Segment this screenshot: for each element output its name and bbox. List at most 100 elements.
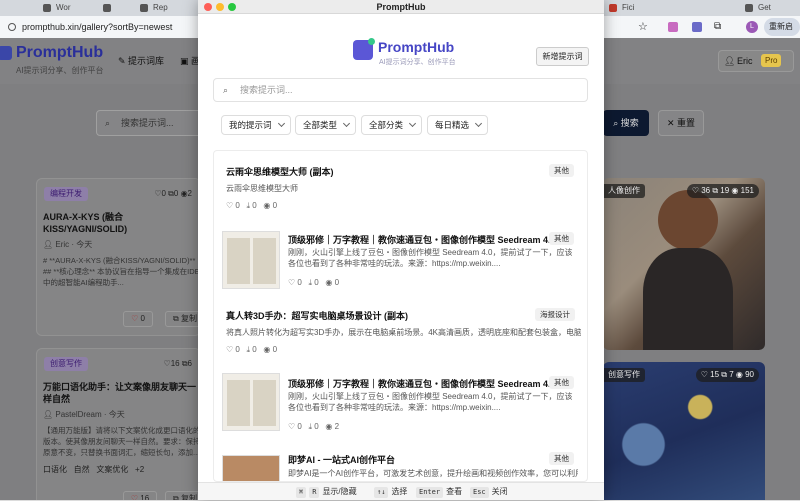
item-description: 云雨伞思维模型大师 — [226, 184, 298, 193]
item-stats: ♡ 0 ⤓ 0 ◉ 0 — [226, 201, 278, 210]
nav-prompt-library[interactable]: ✎ 提示词库 — [118, 54, 164, 67]
bookmark-star-icon[interactable]: ☆ — [638, 18, 648, 36]
copy-icon: ⧉ — [173, 494, 179, 500]
filter-category[interactable]: 全部分类 — [361, 115, 422, 135]
tag[interactable]: +2 — [135, 465, 144, 474]
browser-tab[interactable]: Rep — [137, 0, 181, 16]
search-input[interactable]: ⌕ 搜索提示词... — [213, 78, 588, 102]
user-icon: 👤︎ — [724, 56, 736, 66]
card-title: 万能口语化助手：让文案像朋友聊天一样自然 — [43, 382, 197, 404]
card-tags: 口语化 自然 文案优化 +2 — [43, 464, 144, 475]
browser-tab[interactable] — [100, 0, 130, 16]
list-item[interactable]: 顶级邪修｜万字教程｜教你速通豆包・图像创作模型 Seedream 4.0 其他 … — [214, 223, 587, 299]
chevron-down-icon — [342, 119, 351, 128]
item-title: 顶级邪修｜万字教程｜教你速通豆包・图像创作模型 Seedream 4.0 — [288, 379, 556, 389]
like-button[interactable]: ♡ 16 — [123, 491, 157, 500]
card-description: 【通用万能版】请将以下文案优化成更口语化的版本。使其像朋友间聊天一样自然。要求：… — [43, 426, 201, 457]
list-item[interactable]: 真人转3D手办：超写实电脑桌场景设计 (副本) 海报设计 将真人照片转化为超写实… — [214, 299, 587, 365]
item-description: 即梦AI是一个AI创作平台，可激发艺术创意，提升绘画和视频创作效率，您可以利用A… — [288, 469, 578, 478]
prompt-card[interactable]: 创意写作 ♡16 ⧉6 万能口语化助手：让文案像朋友聊天一样自然 👤︎ Past… — [36, 348, 205, 500]
browser-tab[interactable]: Wor — [40, 0, 80, 16]
card-title: AURA-X-KYS (融合KISS/YAGNI/SOLID) — [43, 212, 128, 234]
filter-daily-picks[interactable]: 每日精选 — [427, 115, 488, 135]
item-tag: 其他 — [549, 232, 574, 245]
github-icon — [140, 4, 148, 12]
item-stats: ♡ 0 ⤓ 0 ◉ 0 — [288, 278, 340, 287]
site-brand[interactable]: PromptHub — [16, 44, 103, 62]
category-badge: 创意写作 — [44, 357, 88, 371]
tag[interactable]: 自然 — [74, 465, 90, 474]
heart-icon: ♡ — [130, 494, 139, 500]
chevron-down-icon — [408, 119, 417, 128]
item-tag: 其他 — [549, 376, 574, 389]
item-description: 刚刚，火山引擎上线了豆包・图像创作模型 Seedream 4.0，提前试了一下，… — [288, 392, 573, 412]
tab-favicon-icon — [43, 4, 51, 12]
extension-icon[interactable] — [668, 22, 678, 32]
list-item[interactable]: 云雨伞思维模型大师 (副本) 其他 云雨伞思维模型大师 ♡ 0 ⤓ 0 ◉ 0 — [214, 151, 587, 216]
window-brand: PromptHub — [378, 39, 455, 55]
site-info-icon — [8, 23, 16, 31]
item-thumbnail — [222, 231, 280, 289]
item-stats: ♡ 0 ⤓ 0 ◉ 2 — [288, 422, 340, 431]
item-thumbnail — [222, 373, 280, 431]
image-card[interactable]: 创意写作 ♡ 15 ⧉ 7 ◉ 90 — [603, 362, 765, 500]
item-title: 顶级邪修｜万字教程｜教你速通豆包・图像创作模型 Seedream 4.0 — [288, 235, 556, 245]
shortcut-select: ↑↓ 选择 — [374, 483, 407, 501]
item-title: 云雨伞思维模型大师 (副本) — [226, 167, 334, 177]
item-description: 将真人照片转化为超写实3D手办，展示在电脑桌前场景。4K高清画质，透明底座和配套… — [226, 328, 581, 337]
prompt-card[interactable]: 编程开发 ♡0 ⧉0 ◉2 AURA-X-KYS (融合KISS/YAGNI/S… — [36, 178, 205, 336]
relaunch-button[interactable]: 重新启动 — [764, 18, 800, 49]
library-icon: ✎ — [118, 56, 129, 66]
card-stats: ♡0 ⧉0 ◉2 — [154, 189, 192, 198]
new-prompt-button[interactable]: 新增提示词 — [536, 47, 589, 66]
item-thumbnail — [222, 455, 280, 481]
portrait-image — [643, 248, 733, 350]
user-menu[interactable]: 👤︎ Eric Pro — [718, 50, 794, 72]
browser-tab[interactable]: Fici — [606, 0, 646, 16]
item-tag: 其他 — [549, 452, 574, 465]
heart-icon: ♡ — [131, 314, 139, 323]
card-author: 👤︎ PastelDream · 今天 — [43, 410, 125, 419]
filter-type[interactable]: 全部类型 — [295, 115, 356, 135]
card-stats: ♡ 36 ⧉ 19 ◉ 151 — [686, 184, 759, 198]
item-description: 刚刚，火山引擎上线了豆包・图像创作模型 Seedream 4.0，提前试了一下，… — [288, 248, 573, 268]
shortcut-toggle: ⌘ R 显示/隐藏 — [296, 483, 357, 501]
image-card[interactable]: 人像创作 ♡ 36 ⧉ 19 ◉ 151 — [603, 178, 765, 350]
card-author: 👤︎ Eric · 今天 — [43, 240, 93, 249]
logo-icon — [353, 38, 375, 60]
puzzle-icon[interactable]: ⧉ — [714, 18, 721, 36]
category-badge: 人像创作 — [603, 184, 645, 198]
tag[interactable]: 口语化 — [43, 465, 67, 474]
shortcut-close: Esc 关闭 — [470, 483, 508, 501]
tag[interactable]: 文案优化 — [96, 465, 128, 474]
logo-icon — [0, 46, 12, 60]
item-stats: ♡ 0 ⤓ 0 ◉ 0 — [226, 345, 278, 354]
item-title: 真人转3D手办：超写实电脑桌场景设计 (副本) — [226, 311, 409, 321]
url-field[interactable]: prompthub.xin/gallery?sortBy=newest — [8, 19, 198, 35]
search-icon: ⌕ — [613, 118, 621, 128]
search-icon: ⌕ — [223, 85, 229, 95]
browser-tab[interactable]: Get — [742, 0, 782, 16]
item-title: 即梦AI - 一站式AI创作平台 — [288, 455, 395, 465]
card-description: # **AURA-X-KYS (融合KISS/YAGNI/SOLID)** ##… — [43, 256, 200, 287]
extension-icon[interactable] — [692, 22, 702, 32]
list-item[interactable]: 即梦AI - 一站式AI创作平台 其他 即梦AI是一个AI创作平台，可激发艺术创… — [214, 447, 587, 481]
like-button[interactable]: ♡ 0 — [123, 311, 153, 327]
portrait-image — [658, 190, 718, 250]
search-icon: ⌕ — [105, 118, 111, 128]
window-subtitle: AI提示词分享、创作平台 — [379, 59, 456, 66]
search-button[interactable]: ⌕ 搜索 — [603, 110, 649, 136]
site-subtitle: AI提示词分享、创作平台 — [16, 66, 104, 75]
item-tag: 海报设计 — [535, 308, 575, 321]
filter-my-prompts[interactable]: 我的提示词 — [221, 115, 291, 135]
close-icon: ✕ — [666, 118, 678, 128]
reset-button[interactable]: ✕ 重置 — [658, 110, 704, 136]
list-item[interactable]: 顶级邪修｜万字教程｜教你速通豆包・图像创作模型 Seedream 4.0 其他 … — [214, 365, 587, 441]
profile-avatar[interactable]: L — [746, 21, 758, 33]
gallery-icon: ▣ — [180, 56, 192, 66]
tab-favicon-icon — [609, 4, 617, 12]
card-stats: ♡16 ⧉6 — [163, 359, 192, 368]
search-input[interactable]: ⌕ 搜索提示词... — [96, 110, 206, 136]
github-icon — [745, 4, 753, 12]
prompt-list: 云雨伞思维模型大师 (副本) 其他 云雨伞思维模型大师 ♡ 0 ⤓ 0 ◉ 0 … — [213, 150, 588, 482]
